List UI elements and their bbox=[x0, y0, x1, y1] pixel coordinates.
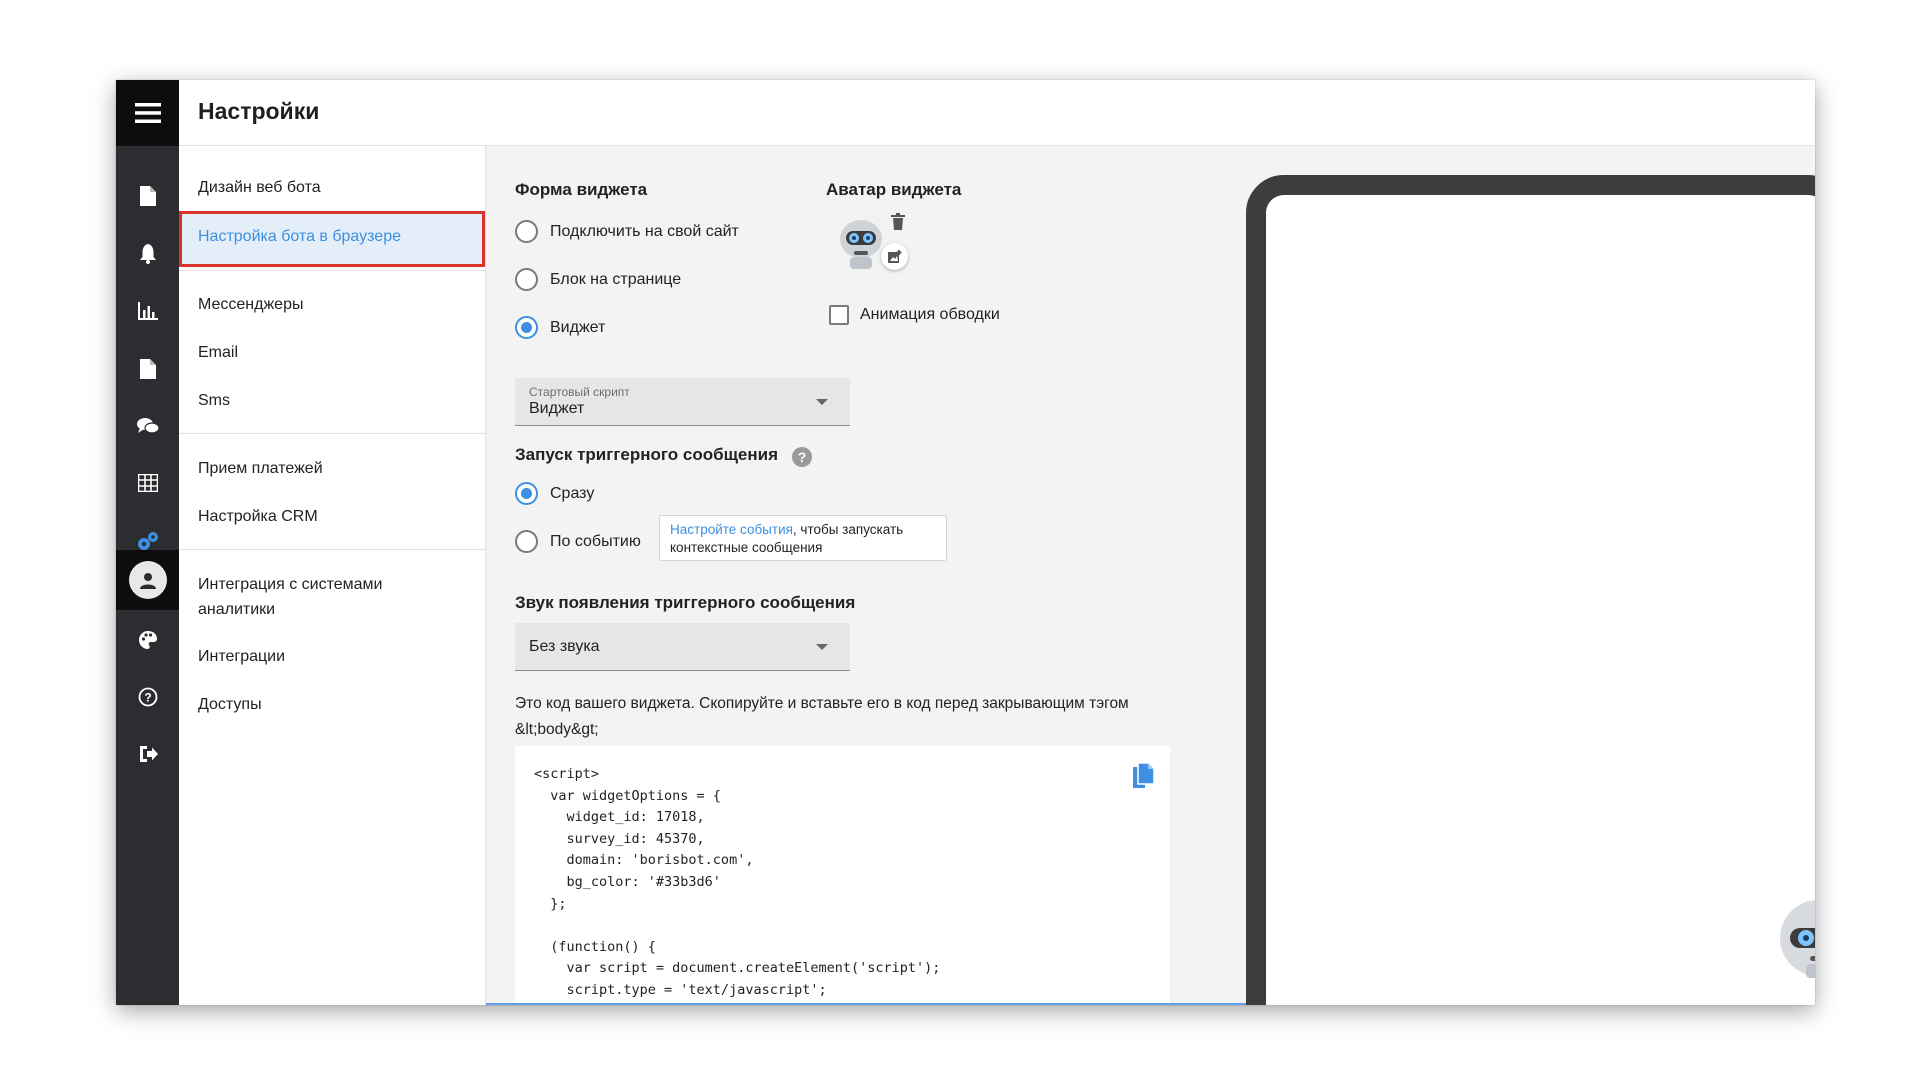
event-hint-box: Настройте события, чтобы запускать конте… bbox=[659, 515, 947, 561]
start-script-select[interactable]: Стартовый скрипт Виджет bbox=[515, 378, 850, 426]
copy-icon[interactable] bbox=[1131, 762, 1155, 790]
menu-divider bbox=[179, 433, 486, 434]
radio-widget[interactable]: Виджет bbox=[515, 316, 605, 339]
radio-button[interactable] bbox=[515, 268, 538, 291]
configure-events-link[interactable]: Настройте события bbox=[670, 522, 793, 537]
radio-on-event[interactable]: По событию bbox=[515, 530, 641, 553]
gears-icon bbox=[137, 532, 158, 550]
radio-label: Подключить на свой сайт bbox=[550, 222, 739, 240]
menu-item-analytics-integration[interactable]: Интеграция с системами аналитики bbox=[198, 572, 428, 622]
file-icon bbox=[139, 359, 156, 379]
upload-avatar-button[interactable] bbox=[881, 243, 908, 270]
rail-chats-button[interactable] bbox=[116, 406, 179, 446]
rail-help-button[interactable]: ? bbox=[116, 677, 179, 717]
menu-item-email[interactable]: Email bbox=[198, 340, 238, 365]
logout-icon bbox=[139, 746, 158, 762]
radio-button[interactable] bbox=[515, 530, 538, 553]
help-circle-icon: ? bbox=[138, 687, 157, 707]
menu-item-messengers[interactable]: Мессенджеры bbox=[198, 292, 303, 317]
menu-divider bbox=[179, 270, 486, 271]
sound-select[interactable]: Без звука bbox=[515, 623, 850, 671]
radio-label: Виджет bbox=[550, 318, 606, 336]
menu-item-browser-bot-settings[interactable]: Настройка бота в браузере bbox=[179, 211, 485, 267]
palette-icon bbox=[138, 631, 157, 649]
menu-divider bbox=[179, 549, 486, 550]
rail-documents-button[interactable] bbox=[116, 176, 179, 216]
settings-menu: Дизайн веб бота Настройка бота в браузер… bbox=[179, 146, 486, 1005]
bar-chart-icon bbox=[137, 302, 158, 320]
code-description: Это код вашего виджета. Скопируйте и вст… bbox=[515, 695, 1129, 738]
chat-icon bbox=[136, 418, 159, 434]
delete-icon[interactable] bbox=[891, 213, 905, 230]
document-icon bbox=[139, 186, 156, 206]
code-snippet[interactable]: <script> var widgetOptions = { widget_id… bbox=[534, 764, 940, 1002]
menu-item-web-bot-design[interactable]: Дизайн веб бота bbox=[198, 175, 321, 200]
radio-label: По событию bbox=[550, 532, 641, 550]
help-icon[interactable]: ? bbox=[792, 447, 812, 467]
sound-title: Звук появления триггерного сообщения bbox=[515, 593, 856, 612]
menu-item-crm[interactable]: Настройка CRM bbox=[198, 504, 318, 529]
svg-text:?: ? bbox=[144, 691, 151, 705]
rail-files-button[interactable] bbox=[116, 349, 179, 389]
rail-tables-button[interactable] bbox=[116, 463, 179, 503]
main-content: Форма виджета Подключить на свой сайт Бл… bbox=[486, 146, 1815, 1005]
icon-rail: ? bbox=[116, 80, 179, 1005]
top-header: Настройки bbox=[179, 80, 1815, 146]
add-photo-icon bbox=[887, 250, 901, 263]
app-window: ? Настройки Дизайн веб бота Настройка бо… bbox=[116, 80, 1815, 1005]
widget-preview-frame bbox=[1246, 175, 1815, 1005]
menu-item-integrations[interactable]: Интеграции bbox=[198, 644, 285, 669]
menu-item-label: Настройка бота в браузере bbox=[198, 228, 401, 245]
radio-button-checked[interactable] bbox=[515, 482, 538, 505]
select-value: Без звука bbox=[529, 638, 600, 655]
rail-logout-button[interactable] bbox=[116, 734, 179, 774]
select-label: Стартовый скрипт bbox=[529, 385, 630, 399]
menu-icon bbox=[134, 103, 161, 123]
user-avatar-icon bbox=[128, 561, 167, 599]
select-value: Виджет bbox=[529, 400, 585, 417]
outline-animation-checkbox[interactable] bbox=[829, 305, 849, 325]
rail-profile-button[interactable] bbox=[116, 550, 179, 610]
outline-animation-checkbox-row[interactable]: Анимация обводки bbox=[829, 305, 1000, 325]
menu-item-payments[interactable]: Прием платежей bbox=[198, 456, 323, 481]
radio-block-on-page[interactable]: Блок на странице bbox=[515, 268, 681, 291]
menu-item-access[interactable]: Доступы bbox=[198, 692, 262, 717]
rail-analytics-button[interactable] bbox=[116, 291, 179, 331]
trigger-title: Запуск триггерного сообщения bbox=[515, 445, 779, 464]
checkbox-label: Анимация обводки bbox=[860, 306, 1000, 323]
menu-item-sms[interactable]: Sms bbox=[198, 388, 230, 413]
widget-form-title: Форма виджета bbox=[515, 180, 648, 199]
page-title: Настройки bbox=[198, 98, 320, 124]
dropdown-arrow-icon bbox=[816, 644, 828, 650]
widget-avatar-title: Аватар виджета bbox=[826, 180, 962, 199]
radio-connect-own-site[interactable]: Подключить на свой сайт bbox=[515, 220, 739, 243]
code-block[interactable]: <script> var widgetOptions = { widget_id… bbox=[515, 746, 1170, 1005]
radio-label: Блок на странице bbox=[550, 270, 682, 288]
radio-label: Сразу bbox=[550, 484, 595, 502]
bell-icon bbox=[139, 244, 156, 264]
radio-immediately[interactable]: Сразу bbox=[515, 482, 594, 505]
rail-notifications-button[interactable] bbox=[116, 234, 179, 274]
radio-button-checked[interactable] bbox=[515, 316, 538, 339]
table-icon bbox=[137, 474, 158, 492]
radio-button[interactable] bbox=[515, 220, 538, 243]
floating-bot-widget-icon[interactable] bbox=[1776, 898, 1815, 982]
menu-toggle-button[interactable] bbox=[116, 80, 179, 146]
rail-design-button[interactable] bbox=[116, 620, 179, 660]
dropdown-arrow-icon bbox=[816, 399, 828, 405]
